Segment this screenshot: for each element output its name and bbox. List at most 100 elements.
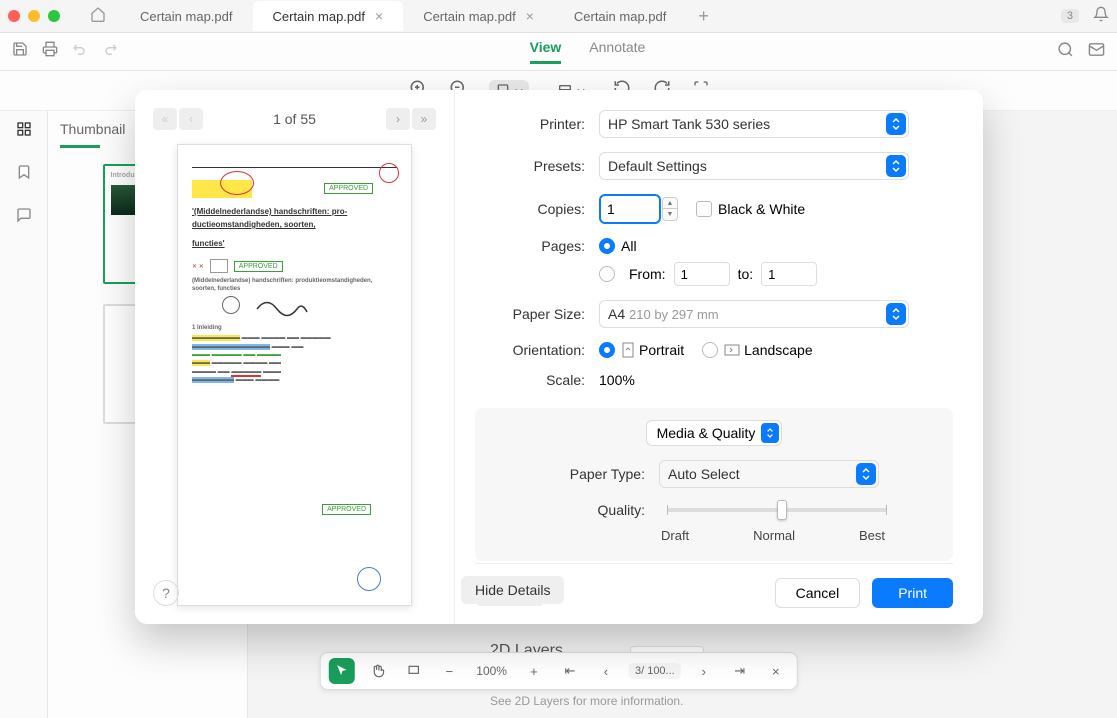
tab-1[interactable]: Certain map.pdf × bbox=[253, 1, 404, 31]
pages-all-radio[interactable] bbox=[599, 238, 615, 254]
bw-label: Black & White bbox=[718, 201, 805, 217]
prev-page-button[interactable]: ‹ bbox=[593, 658, 619, 684]
from-input[interactable] bbox=[674, 262, 730, 286]
close-icon[interactable]: × bbox=[526, 8, 534, 24]
portrait-icon bbox=[621, 342, 635, 358]
copies-input[interactable] bbox=[599, 194, 661, 224]
orientation-label: Orientation: bbox=[475, 342, 585, 358]
tab-annotate[interactable]: Annotate bbox=[589, 39, 645, 64]
print-button[interactable]: Print bbox=[872, 578, 953, 608]
portrait-label: Portrait bbox=[639, 342, 684, 358]
mail-icon[interactable] bbox=[1088, 41, 1105, 63]
landscape-label: Landscape bbox=[744, 342, 813, 358]
minimize-window-button[interactable] bbox=[28, 10, 40, 22]
last-page-button[interactable]: ⇥ bbox=[727, 658, 753, 684]
to-input[interactable] bbox=[761, 262, 817, 286]
main-toolbar: View Annotate bbox=[0, 33, 1117, 71]
to-label: to: bbox=[738, 266, 754, 282]
print-options-panel: Printer: HP Smart Tank 530 series Preset… bbox=[455, 90, 983, 624]
titlebar: Certain map.pdf Certain map.pdf × Certain… bbox=[0, 0, 1117, 33]
thumbnails-icon[interactable] bbox=[16, 121, 32, 142]
quality-label: Quality: bbox=[495, 502, 645, 518]
layers-info: See 2D Layers for more information. bbox=[490, 694, 683, 708]
printer-select[interactable]: HP Smart Tank 530 series bbox=[599, 110, 909, 138]
close-toolbar-button[interactable]: × bbox=[763, 658, 789, 684]
section-select[interactable]: Media & Quality bbox=[646, 420, 783, 446]
first-page-button[interactable]: ⇤ bbox=[557, 658, 583, 684]
save-icon[interactable] bbox=[12, 41, 28, 62]
chevron-updown-icon bbox=[886, 303, 906, 325]
tab-0[interactable]: Certain map.pdf bbox=[120, 1, 253, 31]
chevron-updown-icon bbox=[886, 113, 906, 135]
papersize-select[interactable]: A4 210 by 297 mm bbox=[599, 300, 909, 328]
add-tab-button[interactable]: + bbox=[686, 6, 721, 27]
bell-icon[interactable] bbox=[1093, 6, 1109, 27]
next-page-icon[interactable]: › bbox=[386, 108, 410, 130]
bw-checkbox[interactable] bbox=[696, 201, 712, 217]
quality-slider[interactable] bbox=[667, 508, 887, 512]
hide-details-button[interactable]: Hide Details bbox=[461, 576, 564, 604]
tab-label: Certain map.pdf bbox=[423, 9, 516, 24]
undo-icon[interactable] bbox=[72, 41, 88, 62]
home-icon[interactable] bbox=[90, 6, 106, 27]
prev-page-icon[interactable]: ‹ bbox=[179, 108, 203, 130]
notification-count[interactable]: 3 bbox=[1061, 9, 1079, 23]
last-page-icon[interactable]: » bbox=[412, 108, 436, 130]
tab-3[interactable]: Certain map.pdf bbox=[554, 1, 687, 31]
quality-draft: Draft bbox=[661, 528, 689, 543]
zoom-out-button[interactable]: − bbox=[436, 658, 462, 684]
titlebar-right: 3 bbox=[1061, 6, 1109, 27]
papertype-select[interactable]: Auto Select bbox=[659, 460, 879, 488]
bookmark-icon[interactable] bbox=[16, 164, 32, 185]
window-controls bbox=[8, 10, 60, 22]
stepper-up[interactable]: ▲ bbox=[662, 197, 678, 209]
copies-label: Copies: bbox=[475, 201, 585, 217]
landscape-radio[interactable] bbox=[702, 342, 718, 358]
quality-best: Best bbox=[859, 528, 885, 543]
zoom-level[interactable]: 100% bbox=[472, 664, 511, 678]
all-label: All bbox=[621, 238, 637, 254]
scale-label: Scale: bbox=[475, 372, 585, 388]
search-icon[interactable] bbox=[1057, 41, 1074, 63]
slider-thumb[interactable] bbox=[777, 500, 787, 520]
papersize-label: Paper Size: bbox=[475, 306, 585, 322]
help-button[interactable]: ? bbox=[153, 580, 179, 606]
stepper-down[interactable]: ▼ bbox=[662, 209, 678, 221]
comment-icon[interactable] bbox=[16, 207, 32, 228]
presets-label: Presets: bbox=[475, 158, 585, 174]
cancel-button[interactable]: Cancel bbox=[775, 578, 861, 608]
page-indicator[interactable]: 3/ 100... bbox=[629, 663, 681, 679]
landscape-icon bbox=[724, 343, 740, 357]
portrait-radio[interactable] bbox=[599, 342, 615, 358]
first-page-icon[interactable]: « bbox=[153, 108, 177, 130]
preview-page: APPROVED '(Middelnederlandse) handschrif… bbox=[177, 144, 412, 606]
chevron-updown-icon bbox=[886, 155, 906, 177]
redo-icon[interactable] bbox=[102, 41, 118, 62]
zoom-in-button[interactable]: + bbox=[521, 658, 547, 684]
presets-select[interactable]: Default Settings bbox=[599, 152, 909, 180]
pages-label: Pages: bbox=[475, 238, 585, 254]
tab-view[interactable]: View bbox=[530, 39, 562, 64]
preview-nav: « ‹ 1 of 55 › » bbox=[153, 108, 436, 130]
hand-tool[interactable] bbox=[364, 658, 390, 684]
maximize-window-button[interactable] bbox=[48, 10, 60, 22]
tab-bar: Certain map.pdf Certain map.pdf × Certain… bbox=[120, 0, 1061, 32]
from-label: From: bbox=[629, 266, 666, 282]
papertype-label: Paper Type: bbox=[495, 466, 645, 482]
close-icon[interactable]: × bbox=[375, 8, 383, 24]
bottom-toolbar: − 100% + ⇤ ‹ 3/ 100... › ⇥ × bbox=[319, 652, 797, 690]
left-rail bbox=[0, 111, 48, 718]
cursor-tool[interactable] bbox=[328, 658, 354, 684]
thumbnail-underline bbox=[60, 145, 100, 148]
tab-label: Certain map.pdf bbox=[273, 9, 366, 24]
print-icon[interactable] bbox=[42, 41, 58, 62]
pages-range-radio[interactable] bbox=[599, 266, 615, 282]
chevron-updown-icon bbox=[856, 463, 876, 485]
close-window-button[interactable] bbox=[8, 10, 20, 22]
page-view-dropdown[interactable] bbox=[400, 658, 426, 684]
scale-value: 100% bbox=[599, 372, 635, 388]
tab-2[interactable]: Certain map.pdf × bbox=[403, 1, 554, 31]
next-page-button[interactable]: › bbox=[691, 658, 717, 684]
print-preview-panel: « ‹ 1 of 55 › » APPROVED '(Middelnederla… bbox=[135, 90, 455, 624]
media-quality-panel: Media & Quality Paper Type: Auto Select … bbox=[475, 408, 953, 561]
